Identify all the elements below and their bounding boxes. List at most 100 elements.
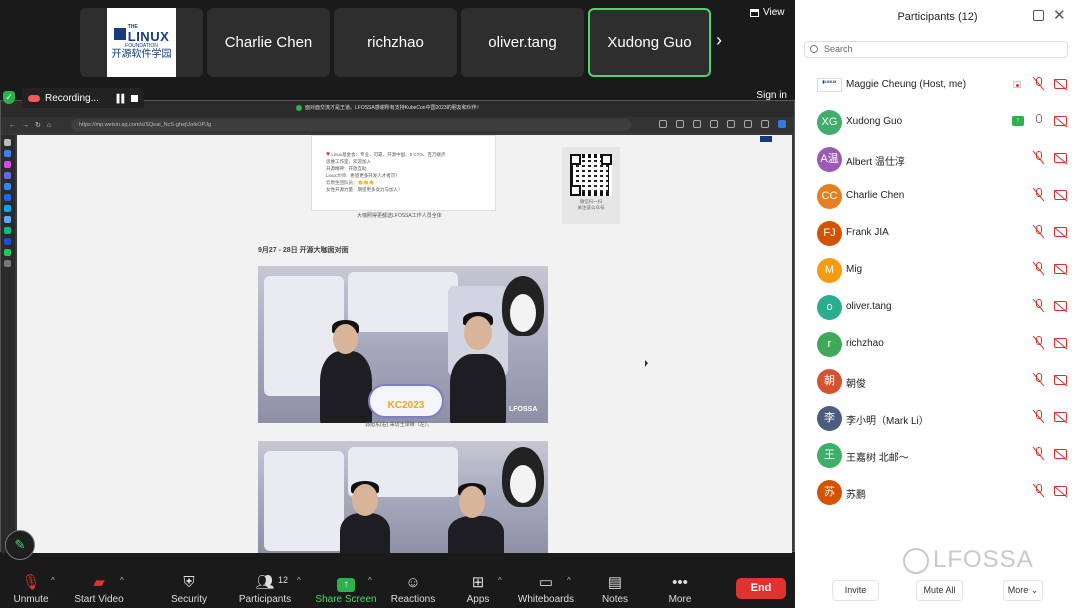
reactions-button[interactable]: ☺ Reactions — [378, 573, 448, 605]
search-input[interactable]: Search — [804, 41, 1068, 58]
extension-icon[interactable] — [710, 120, 718, 128]
chevron-up-icon[interactable]: ^ — [368, 576, 372, 585]
annotate-pencil-icon[interactable]: ✎ — [5, 530, 35, 560]
home-icon[interactable]: ⌂ — [47, 122, 51, 129]
chevron-right-icon[interactable]: › — [716, 30, 722, 50]
extension-icon[interactable] — [727, 120, 735, 128]
avatar: XG — [817, 110, 842, 135]
participant-row[interactable]: 王王嘉树 北邮～ — [795, 437, 1080, 474]
url-field[interactable]: https://mp.weixin.qq.com/s/SQeai_NcS-ghe… — [71, 119, 631, 131]
participants-button[interactable]: 👥︎ 12 Participants — [230, 573, 300, 605]
video-off-icon[interactable] — [1053, 263, 1068, 276]
video-off-icon[interactable] — [1053, 78, 1068, 91]
sidebar-app-icon[interactable] — [4, 139, 11, 146]
video-off-icon[interactable] — [1053, 189, 1068, 202]
menu-icon[interactable] — [761, 120, 769, 128]
close-icon[interactable]: ✕ — [1053, 6, 1066, 24]
forward-icon[interactable]: → — [22, 122, 29, 129]
participant-row[interactable]: 朝朝俊 — [795, 363, 1080, 400]
participant-row[interactable]: r richzhao — [795, 326, 1080, 363]
japan-flag-icon — [1013, 81, 1021, 88]
stop-icon[interactable] — [131, 94, 138, 102]
sidebar-app-icon[interactable] — [4, 183, 11, 190]
copilot-icon[interactable] — [778, 120, 786, 128]
participant-row[interactable]: A温 Albert 温仕淳 — [795, 141, 1080, 178]
mic-muted-icon[interactable] — [1032, 76, 1045, 91]
mic-muted-icon[interactable] — [1032, 446, 1045, 461]
mic-muted-icon[interactable] — [1032, 187, 1045, 202]
participant-tile[interactable]: richzhao — [334, 8, 457, 77]
end-meeting-button[interactable]: End — [736, 578, 786, 599]
mic-muted-icon[interactable] — [1032, 298, 1045, 313]
pop-out-icon[interactable] — [1033, 10, 1044, 21]
chevron-up-icon[interactable]: ^ — [51, 576, 55, 585]
extension-icon[interactable] — [744, 120, 752, 128]
sign-in-button[interactable]: Sign in — [756, 90, 787, 101]
sidebar-app-icon[interactable] — [4, 161, 11, 168]
apps-button[interactable]: ⊞ Apps — [443, 573, 513, 605]
video-off-icon[interactable] — [1053, 374, 1068, 387]
video-off-icon[interactable] — [1053, 115, 1068, 128]
participant-name: 李小明（Mark Li） — [846, 416, 929, 427]
chevron-up-icon[interactable]: ^ — [120, 576, 124, 585]
mic-muted-icon[interactable] — [1032, 150, 1045, 165]
video-off-icon[interactable] — [1053, 485, 1068, 498]
reload-icon[interactable]: ↻ — [35, 121, 41, 129]
unmute-button[interactable]: 🎙︎ Unmute — [0, 573, 66, 605]
sidebar-app-icon[interactable] — [4, 249, 11, 256]
mic-muted-icon[interactable] — [1032, 483, 1045, 498]
chevron-up-icon[interactable]: ^ — [297, 576, 301, 585]
pause-icon[interactable]: ▌▌ — [117, 94, 127, 103]
participant-row[interactable]: 苏苏鹏 — [795, 474, 1080, 511]
sidebar-app-icon[interactable] — [4, 216, 11, 223]
video-off-icon[interactable] — [1053, 337, 1068, 350]
participant-row[interactable]: CC Charlie Chen — [795, 178, 1080, 215]
mic-muted-icon[interactable] — [1032, 335, 1045, 350]
invite-button[interactable]: Invite — [832, 580, 879, 601]
sidebar-app-icon[interactable] — [4, 227, 11, 234]
mic-muted-icon[interactable] — [1032, 224, 1045, 239]
security-button[interactable]: ⛨ Security — [154, 573, 224, 605]
mic-muted-icon[interactable] — [1032, 409, 1045, 424]
participant-row[interactable]: ▮LINUX Maggie Cheung (Host, me) — [795, 67, 1080, 104]
extension-icon[interactable] — [659, 120, 667, 128]
add-icon[interactable] — [4, 260, 11, 267]
participant-tile-active-speaker[interactable]: Xudong Guo — [588, 8, 711, 77]
participant-tile-logo[interactable]: THE LINUX FOUNDATION 开源软件学园 — [80, 8, 203, 77]
chevron-up-icon[interactable]: ^ — [567, 576, 571, 585]
more-menu-button[interactable]: More ⌄ — [1003, 580, 1043, 601]
mute-all-button[interactable]: Mute All — [916, 580, 963, 601]
extension-icon[interactable] — [676, 120, 684, 128]
sidebar-app-icon[interactable] — [4, 194, 11, 201]
participant-name: richzhao — [846, 338, 884, 349]
video-off-icon[interactable] — [1053, 411, 1068, 424]
sidebar-app-icon[interactable] — [4, 150, 11, 157]
participant-row[interactable]: o oliver.tang — [795, 289, 1080, 326]
participant-row[interactable]: M Mig — [795, 252, 1080, 289]
qr-code-card[interactable]: 微信扫一扫 关注该公众号 — [562, 147, 620, 224]
participant-tile[interactable]: Charlie Chen — [207, 8, 330, 77]
notes-button[interactable]: ▤ Notes — [580, 573, 650, 605]
participant-tile[interactable]: oliver.tang — [461, 8, 584, 77]
video-off-icon[interactable] — [1053, 226, 1068, 239]
extension-icon[interactable] — [693, 120, 701, 128]
sidebar-app-icon[interactable] — [4, 172, 11, 179]
article-photo: KC2023 LFOSSA — [258, 266, 548, 423]
participant-row[interactable]: XG Xudong Guo ↑ — [795, 104, 1080, 141]
participant-row[interactable]: FJ Frank JIA — [795, 215, 1080, 252]
chevron-up-icon[interactable]: ^ — [498, 576, 502, 585]
article-photo — [258, 441, 548, 553]
participant-row[interactable]: 李李小明（Mark Li） — [795, 400, 1080, 437]
video-off-icon[interactable] — [1053, 448, 1068, 461]
video-off-icon[interactable] — [1053, 300, 1068, 313]
shield-icon[interactable]: ✓ — [3, 91, 15, 104]
view-button[interactable]: View — [750, 7, 785, 18]
sidebar-app-icon[interactable] — [4, 205, 11, 212]
mic-muted-icon[interactable] — [1032, 372, 1045, 387]
mic-muted-icon[interactable] — [1032, 261, 1045, 276]
mic-icon[interactable] — [1034, 114, 1044, 128]
more-button[interactable]: ••• More — [645, 573, 715, 605]
back-icon[interactable]: ← — [9, 122, 16, 129]
sidebar-app-icon[interactable] — [4, 238, 11, 245]
video-off-icon[interactable] — [1053, 152, 1068, 165]
